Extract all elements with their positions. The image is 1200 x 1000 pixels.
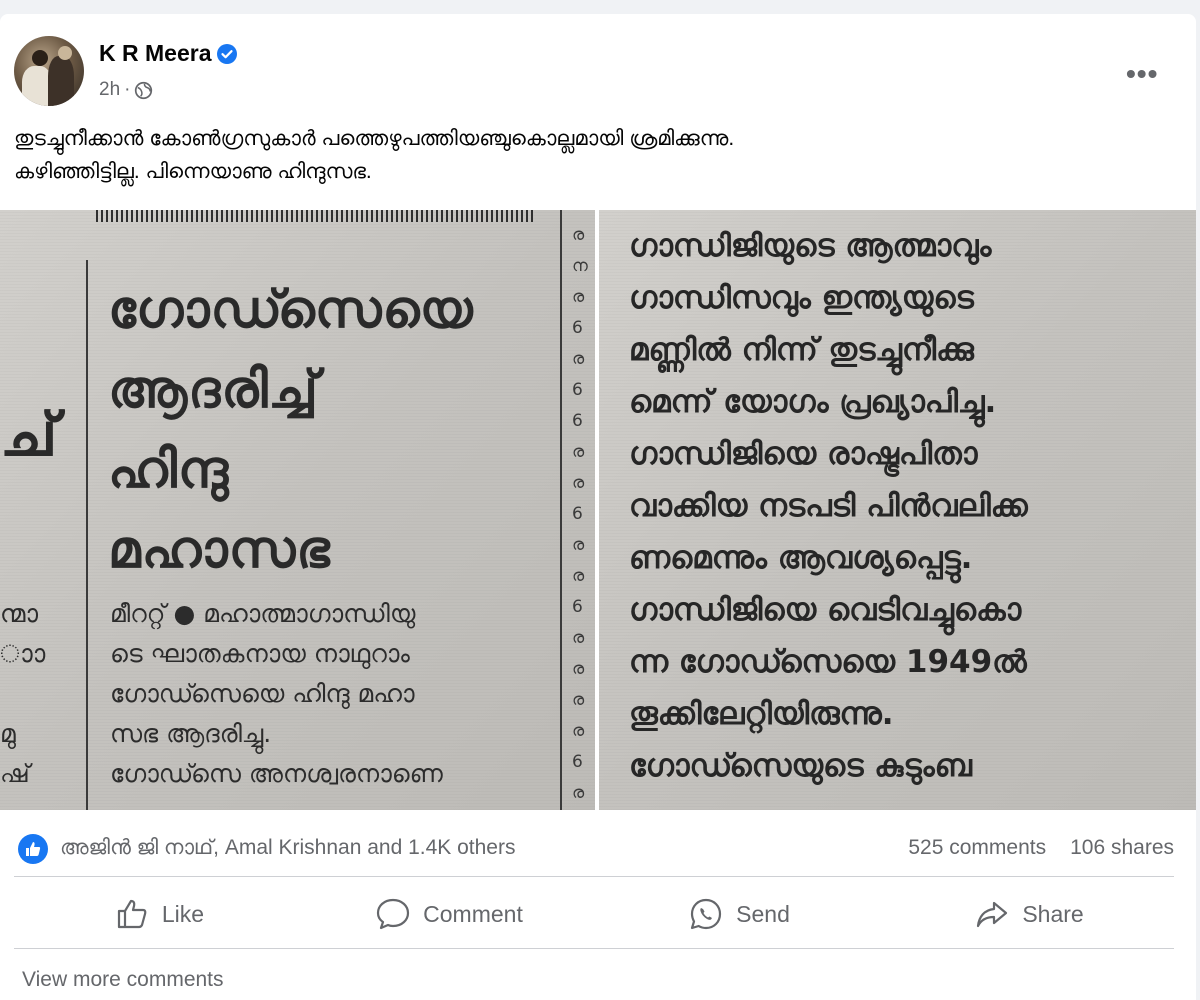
column-rule	[560, 210, 562, 810]
shares-count[interactable]: 106 shares	[1070, 836, 1174, 860]
adjacent-column-strip: ര ന ര 6 ര 6 6 ര ര 6 ര ര 6 ര ര ര ര 6 ര	[572, 225, 588, 803]
headline-line: ഗോഡ്സെയെ	[108, 280, 474, 340]
newspaper-body-right: ഗാന്ധിജിയുടെ ആത്മാവും ഗാന്ധിസവും ഇന്ത്യയ…	[629, 220, 1028, 792]
column-rule	[86, 260, 88, 810]
view-more-comments-link[interactable]: View more comments	[22, 968, 224, 992]
body-line: ഗോഡ്സെയെ ഹിന്ദു മഹാ	[110, 679, 415, 708]
divider	[14, 948, 1174, 949]
action-bar: Like Comment Send Share	[14, 880, 1174, 948]
body-line: തൂക്കിലേറ്റിയിരുന്നു.	[629, 696, 894, 732]
share-arrow-icon	[977, 901, 1008, 928]
post-text-line: തുടച്ചുനീക്കാൻ കോൺഗ്രസുകാർ പത്തെഴുപത്തിയ…	[14, 127, 735, 150]
like-button[interactable]: Like	[14, 880, 304, 948]
post-text-line: കഴിഞ്ഞിട്ടില്ല. പിന്നെയാണു ഹിന്ദുസഭ.	[14, 160, 372, 183]
body-line: ടെ ഘാതകനായ നാഥുറാം	[110, 639, 410, 668]
clipped-column-text: ന്മാ ാാ മു ഷ്	[0, 599, 46, 788]
comment-bubble-icon	[377, 898, 410, 930]
body-line: മീററ്റ് ● മഹാത്മാഗാന്ധിയു	[110, 599, 416, 628]
comment-button[interactable]: Comment	[304, 880, 594, 948]
post-header: K R Meera 2h · •••	[0, 14, 1196, 114]
body-line: ന്ന ഗോഡ്സെയെ 1949ൽ	[629, 644, 1027, 680]
body-line: ഗാന്ധിസവും ഇന്ത്യയുടെ	[629, 280, 974, 316]
body-line: ഗോഡ്സെയുടെ കുടുംബ	[629, 748, 972, 784]
post-card: K R Meera 2h · ••• തുടച്ചുനീക്കാൻ കോൺഗ്ര…	[0, 14, 1196, 1000]
comments-count[interactable]: 525 comments	[908, 836, 1046, 860]
post-time[interactable]: 2h	[99, 79, 120, 101]
body-line: സഭ ആദരിച്ചു.	[110, 719, 272, 748]
divider	[14, 876, 1174, 877]
send-label: Send	[736, 900, 790, 927]
body-line: ഗാന്ധിജിയെ രാഷ്ട്രപിതാ	[629, 436, 978, 472]
post-meta: 2h ·	[99, 79, 153, 101]
counts: 525 comments 106 shares	[908, 836, 1174, 860]
body-line: ഗോഡ്സെ അനശ്വരനാണെ	[110, 759, 443, 788]
newspaper-headline: ഗോഡ്സെയെ ആദരിച്ച് ഹിന്ദു മഹാസഭ	[108, 270, 474, 590]
newspaper-photo-left[interactable]: ച് ന്മാ ാാ മു ഷ് ഗോഡ്സെയെ ആദരിച്ച് ഹിന്ദ…	[0, 210, 595, 810]
headline-line: മഹാസഭ	[108, 520, 331, 580]
comment-label: Comment	[423, 900, 523, 927]
engagement-stats: അജിൻ ജി നാഥ്, Amal Krishnan and 1.4K oth…	[0, 824, 1196, 868]
share-button[interactable]: Share	[884, 880, 1174, 948]
post-media[interactable]: ച് ന്മാ ാാ മു ഷ് ഗോഡ്സെയെ ആദരിച്ച് ഹിന്ദ…	[0, 210, 1196, 810]
post-text: തുടച്ചുനീക്കാൻ കോൺഗ്രസുകാർ പത്തെഴുപത്തിയ…	[14, 122, 1174, 188]
more-options-button[interactable]: •••	[1126, 58, 1158, 90]
body-line: ഗാന്ധിജിയെ വെടിവച്ചുകൊ	[629, 592, 1022, 628]
body-line: വാക്കിയ നടപടി പിൻവലിക്ക	[629, 488, 1028, 524]
author-avatar[interactable]	[14, 36, 84, 106]
newspaper-photo-right[interactable]: ഗാന്ധിജിയുടെ ആത്മാവും ഗാന്ധിസവും ഇന്ത്യയ…	[595, 210, 1196, 810]
body-line: മെന്ന് യോഗം പ്രഖ്യാപിച്ചു.	[629, 384, 997, 420]
body-line: മണ്ണിൽ നിന്ന് തുടച്ചുനീക്കു	[629, 332, 974, 368]
body-line: ണമെന്നും ആവശ്യപ്പെട്ടു.	[629, 540, 973, 576]
send-button[interactable]: Send	[594, 880, 884, 948]
author-row: K R Meera	[99, 40, 238, 67]
like-reaction-icon[interactable]	[18, 834, 48, 864]
thumbs-up-icon	[117, 899, 147, 929]
globe-icon[interactable]	[134, 81, 153, 100]
meta-separator: ·	[124, 79, 131, 100]
reactors-summary[interactable]: അജിൻ ജി നാഥ്, Amal Krishnan and 1.4K oth…	[60, 836, 515, 860]
verified-badge-icon	[217, 43, 238, 64]
newspaper-column-ticks	[96, 210, 536, 222]
headline-line: ഹിന്ദു	[108, 440, 230, 500]
author-name[interactable]: K R Meera	[99, 40, 211, 67]
clipped-headline-glyph: ച്	[0, 400, 58, 470]
whatsapp-icon	[691, 898, 722, 930]
share-label: Share	[1022, 900, 1084, 927]
headline-line: ആദരിച്ച്	[108, 360, 319, 420]
newspaper-body-left: മീററ്റ് ● മഹാത്മാഗാന്ധിയു ടെ ഘാതകനായ നാഥ…	[110, 594, 443, 794]
like-label: Like	[161, 900, 205, 927]
body-line: ഗാന്ധിജിയുടെ ആത്മാവും	[629, 228, 992, 264]
